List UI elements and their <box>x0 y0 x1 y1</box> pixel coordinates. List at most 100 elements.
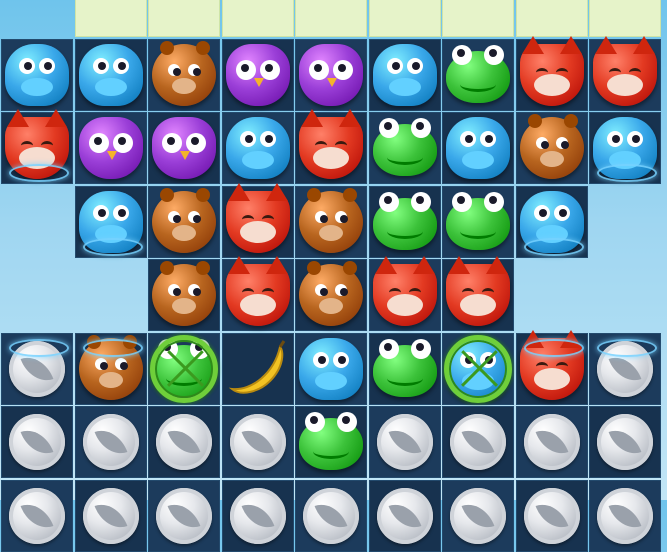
board-cell[interactable] <box>295 479 367 552</box>
blue-hippo-icon[interactable] <box>5 43 69 106</box>
board-cell[interactable] <box>221 406 294 478</box>
red-fox-icon[interactable] <box>225 256 290 326</box>
board-cell[interactable] <box>589 35 661 111</box>
leaf-icon <box>535 423 568 461</box>
board-cell[interactable] <box>515 112 588 184</box>
brown-bear-icon[interactable] <box>299 261 363 326</box>
leaf-icon <box>535 497 568 534</box>
board-cell[interactable] <box>368 406 441 478</box>
board-cell[interactable] <box>295 0 367 37</box>
board-cell[interactable] <box>148 259 220 331</box>
board-cell[interactable] <box>515 185 588 258</box>
board-cell[interactable] <box>1 406 73 478</box>
board-cell[interactable] <box>74 479 147 552</box>
brown-bear-icon[interactable] <box>299 187 363 253</box>
board-cell[interactable] <box>74 38 147 111</box>
board-cell[interactable] <box>1 479 73 552</box>
board-cell[interactable] <box>589 406 661 478</box>
blue-hippo-icon[interactable] <box>78 43 143 106</box>
green-frog-icon[interactable] <box>446 191 510 250</box>
board-cell[interactable] <box>74 185 147 258</box>
board-cell[interactable] <box>295 406 367 478</box>
red-fox-icon[interactable] <box>372 256 437 326</box>
board-cell[interactable] <box>589 479 661 552</box>
board-cell[interactable] <box>442 112 514 184</box>
board-cell[interactable] <box>295 38 367 111</box>
board-cell[interactable] <box>442 38 514 111</box>
green-frog-icon[interactable] <box>372 338 437 397</box>
green-frog-icon[interactable] <box>372 118 437 176</box>
blue-hippo-icon[interactable] <box>446 117 510 179</box>
board-cell[interactable] <box>74 332 147 405</box>
board-cell[interactable] <box>148 185 220 258</box>
board-cell[interactable] <box>368 256 441 331</box>
silver-leaf-coin-icon <box>597 487 653 544</box>
brown-bear-icon[interactable] <box>152 261 216 326</box>
board-cell[interactable] <box>442 256 514 331</box>
board-cell[interactable] <box>442 332 514 405</box>
board-cell[interactable] <box>148 406 220 478</box>
board-cell[interactable] <box>368 38 441 111</box>
board-cell[interactable] <box>221 0 294 37</box>
board-cell[interactable] <box>221 112 294 184</box>
red-fox-icon[interactable] <box>593 35 657 106</box>
board-cell[interactable] <box>74 406 147 478</box>
board-cell[interactable] <box>589 332 661 405</box>
board-cell[interactable] <box>221 256 294 331</box>
board-cell[interactable] <box>1 332 73 405</box>
green-frog-icon[interactable] <box>372 191 437 250</box>
board-cell[interactable] <box>442 0 514 37</box>
leaf-icon <box>167 423 201 461</box>
board-cell[interactable] <box>221 38 294 111</box>
board-cell[interactable] <box>368 479 441 552</box>
board-cell[interactable] <box>515 479 588 552</box>
board-cell[interactable] <box>589 112 661 184</box>
purple-owl-icon[interactable] <box>299 43 363 106</box>
board-cell[interactable] <box>515 0 588 37</box>
red-fox-icon[interactable] <box>519 35 584 106</box>
blue-hippo-icon[interactable] <box>225 117 290 179</box>
board-cell[interactable] <box>148 0 220 37</box>
board-cell[interactable] <box>515 329 588 405</box>
board-cell[interactable] <box>221 479 294 552</box>
board-cell[interactable] <box>368 332 441 405</box>
board-cell[interactable] <box>148 332 220 405</box>
board-cell[interactable] <box>295 332 367 405</box>
green-frog-icon[interactable] <box>299 412 363 470</box>
yellow-banana-icon[interactable] <box>222 333 294 405</box>
board-cell[interactable] <box>442 479 514 552</box>
board-cell[interactable] <box>221 332 294 405</box>
red-fox-icon[interactable] <box>225 182 290 253</box>
brown-bear-icon[interactable] <box>519 114 584 179</box>
board-cell[interactable] <box>442 185 514 258</box>
purple-owl-icon[interactable] <box>152 117 216 179</box>
board-cell[interactable] <box>368 185 441 258</box>
board-cell[interactable] <box>368 112 441 184</box>
board-cell[interactable] <box>221 182 294 258</box>
purple-owl-icon[interactable] <box>78 117 143 179</box>
board-cell[interactable] <box>515 35 588 111</box>
board-cell[interactable] <box>1 38 73 111</box>
board-cell[interactable] <box>295 259 367 331</box>
board-cell[interactable] <box>74 112 147 184</box>
green-frog-icon[interactable] <box>446 44 510 103</box>
red-fox-icon[interactable] <box>299 109 363 179</box>
board-cell[interactable] <box>295 185 367 258</box>
board-cell[interactable] <box>148 112 220 184</box>
board-cell[interactable] <box>148 479 220 552</box>
blue-hippo-icon[interactable] <box>372 43 437 106</box>
silver-leaf-coin-icon <box>156 487 212 544</box>
purple-owl-icon[interactable] <box>225 43 290 106</box>
red-fox-icon[interactable] <box>446 256 510 326</box>
blue-hippo-icon[interactable] <box>299 337 363 400</box>
board-cell[interactable] <box>74 0 147 37</box>
brown-bear-icon[interactable] <box>152 187 216 253</box>
brown-bear-icon[interactable] <box>152 40 216 106</box>
board-cell[interactable] <box>1 109 73 184</box>
board-cell[interactable] <box>368 0 441 37</box>
board-cell[interactable] <box>442 406 514 478</box>
board-cell[interactable] <box>295 109 367 184</box>
board-cell[interactable] <box>589 0 661 37</box>
board-cell[interactable] <box>515 406 588 478</box>
board-cell[interactable] <box>148 38 220 111</box>
